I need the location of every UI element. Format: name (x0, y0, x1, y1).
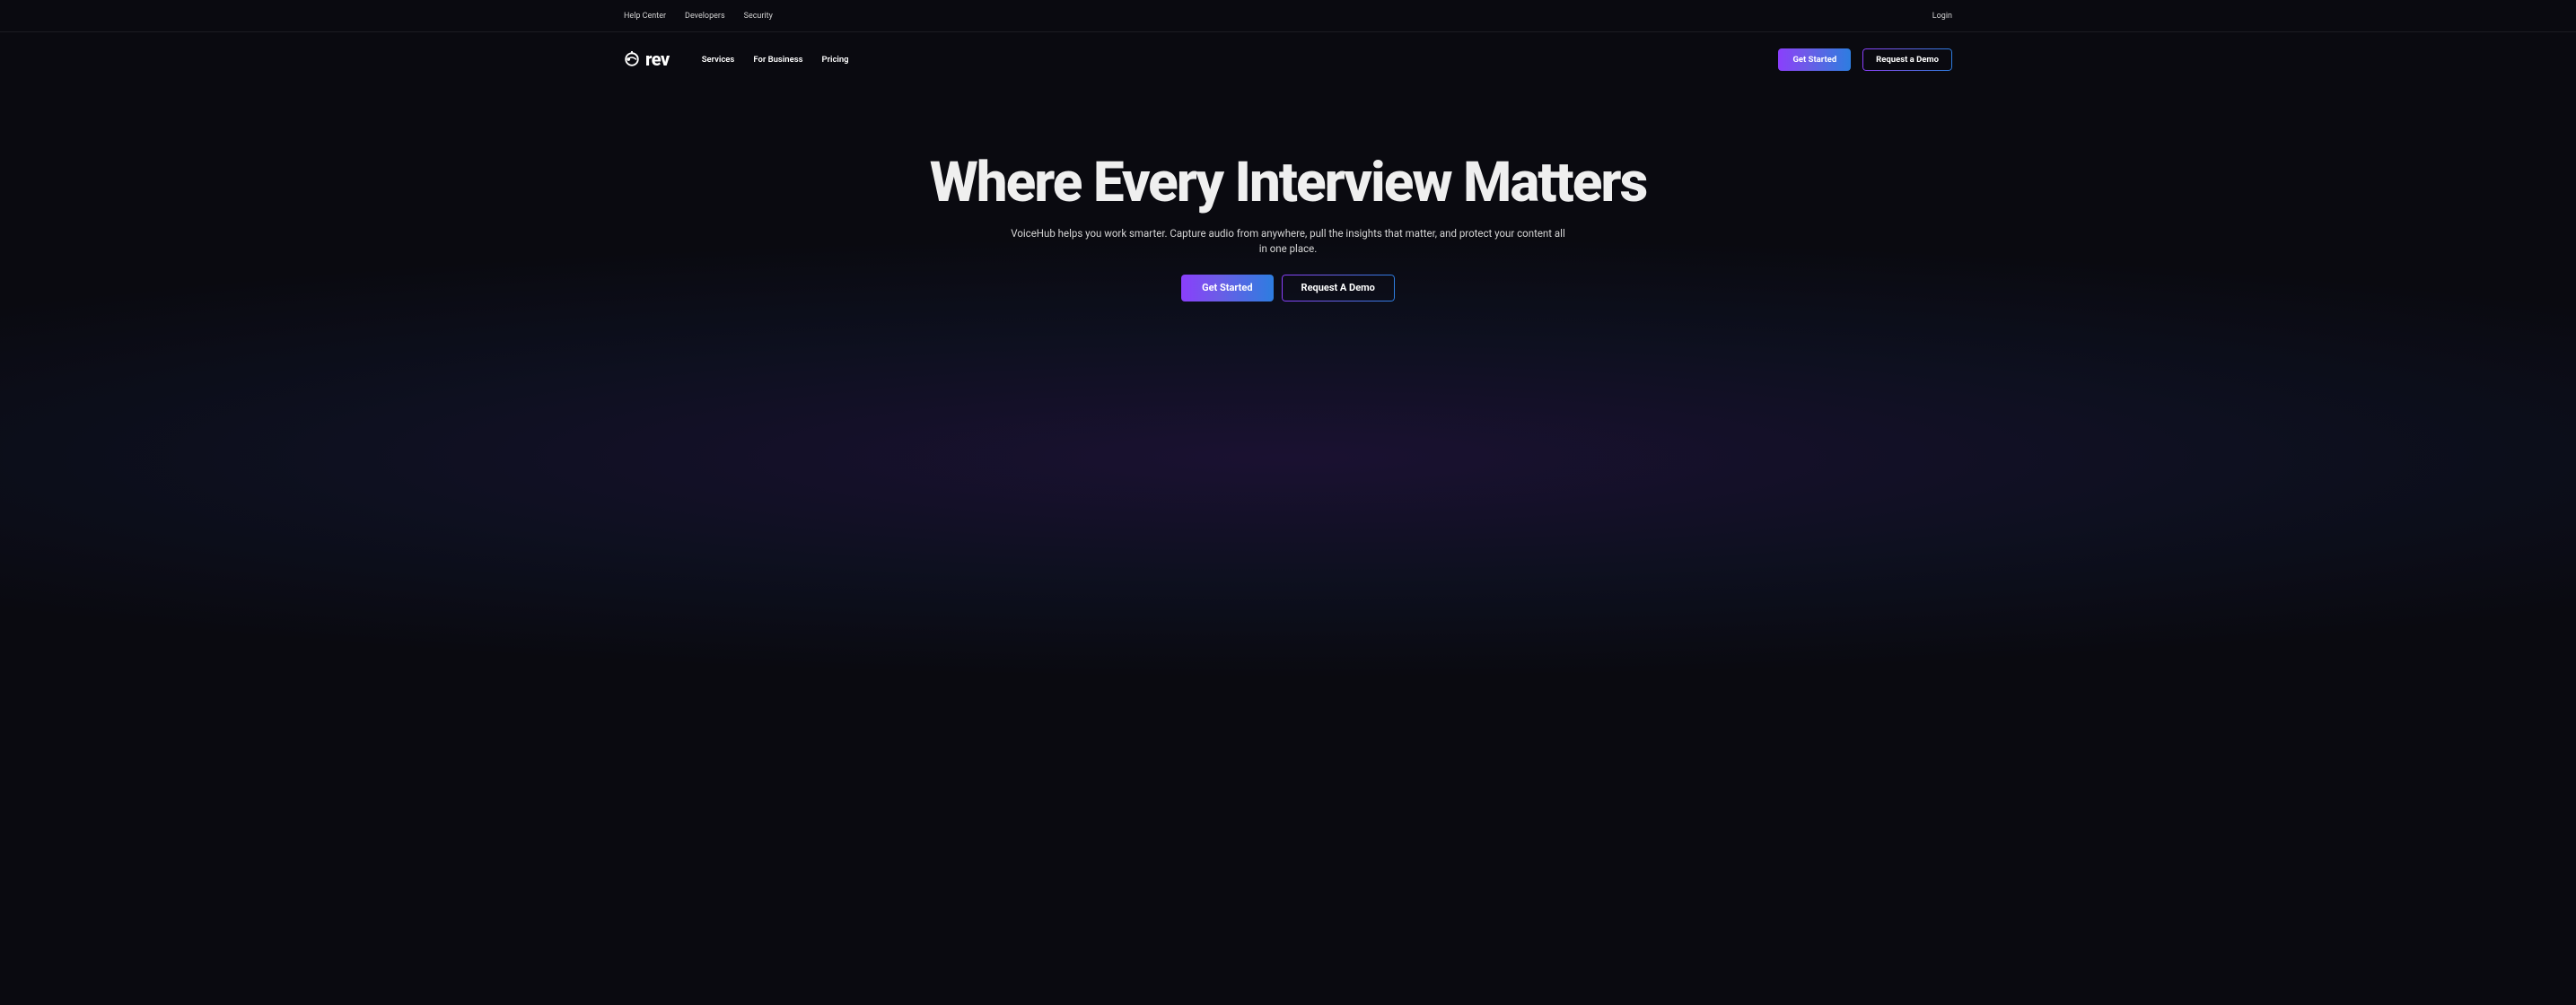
request-demo-button[interactable]: Request a Demo (1862, 48, 1952, 71)
brand-name: rev (645, 48, 670, 70)
hero-request-demo-button[interactable]: Request A Demo (1282, 275, 1395, 302)
top-bar: Help Center Developers Security Login (0, 0, 2576, 32)
hero-headline: Where Every Interview Matters (36, 153, 2540, 212)
rev-logo-icon (624, 51, 640, 67)
top-link-help-center[interactable]: Help Center (624, 12, 666, 21)
main-nav: rev Services For Business Pricing Get St… (0, 32, 2576, 86)
hero-cta-group: Get Started Request A Demo (36, 275, 2540, 302)
top-links-left: Help Center Developers Security (624, 12, 773, 21)
hero-subheadline: VoiceHub helps you work smarter. Capture… (1010, 226, 1566, 258)
login-link[interactable]: Login (1932, 12, 1952, 21)
nav-link-for-business[interactable]: For Business (753, 55, 802, 65)
hero-get-started-button[interactable]: Get Started (1181, 275, 1273, 302)
nav-link-services[interactable]: Services (702, 55, 735, 65)
get-started-button[interactable]: Get Started (1778, 48, 1851, 71)
main-nav-links: Services For Business Pricing (702, 55, 849, 65)
nav-link-pricing[interactable]: Pricing (821, 55, 848, 65)
hero-section: Where Every Interview Matters VoiceHub h… (0, 86, 2576, 328)
top-link-security[interactable]: Security (744, 12, 773, 21)
brand-logo[interactable]: rev (624, 48, 670, 70)
nav-cta-group: Get Started Request a Demo (1778, 48, 1952, 71)
top-link-developers[interactable]: Developers (685, 12, 725, 21)
